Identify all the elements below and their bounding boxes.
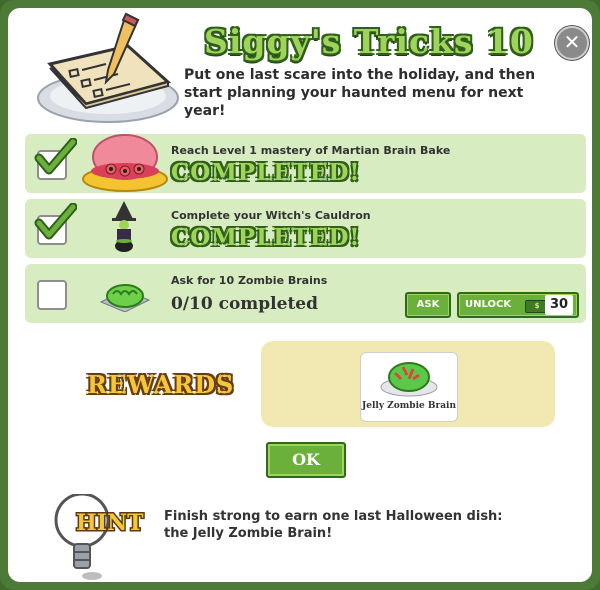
task-description: Complete your Witch's Cauldron [171, 209, 371, 222]
dialog-title: Siggy's Tricks 10 [204, 22, 534, 61]
reward-item: Jelly Zombie Brain [360, 352, 458, 422]
ask-button[interactable]: ASK [405, 292, 451, 318]
checkmark-icon [34, 203, 77, 240]
task-row: Reach Level 1 mastery of Martian Brain B… [25, 134, 586, 193]
task-row: Complete your Witch's Cauldron COMPLETED… [25, 199, 586, 258]
notebook-pencil-icon [37, 12, 179, 123]
checkmark-icon [34, 138, 77, 175]
dialog-panel: Siggy's Tricks 10 ✕ Put one last scare i… [8, 8, 592, 582]
task-description: Ask for 10 Zombie Brains [171, 274, 328, 287]
task-row: Ask for 10 Zombie Brains 0/10 completed … [25, 264, 586, 323]
hint-label: HINT [76, 510, 144, 536]
hint-text: Finish strong to earn one last Halloween… [164, 509, 503, 541]
reward-name: Jelly Zombie Brain [362, 401, 456, 411]
dialog-subtitle: Put one last scare into the holiday, and… [184, 67, 536, 119]
ok-button[interactable]: OK [266, 442, 346, 478]
witch-cauldron-icon [112, 201, 136, 252]
task-checkbox[interactable] [37, 280, 67, 310]
jelly-zombie-brain-icon [380, 362, 438, 397]
unlock-cost: 30 [545, 295, 573, 315]
close-icon[interactable]: ✕ [555, 26, 589, 60]
unlock-label: UNLOCK [465, 299, 512, 310]
hint-bulb-icon: HINT [54, 494, 146, 580]
zombie-brain-icon [99, 284, 151, 312]
unlock-button[interactable]: UNLOCK $ 30 [457, 292, 579, 318]
rewards-label: REWARDS [87, 370, 235, 399]
task-status: COMPLETED! [171, 159, 361, 186]
task-description: Reach Level 1 mastery of Martian Brain B… [171, 144, 451, 157]
task-status: COMPLETED! [171, 224, 361, 251]
task-progress: 0/10 completed [171, 294, 319, 314]
martian-brain-bake-icon [82, 134, 168, 192]
